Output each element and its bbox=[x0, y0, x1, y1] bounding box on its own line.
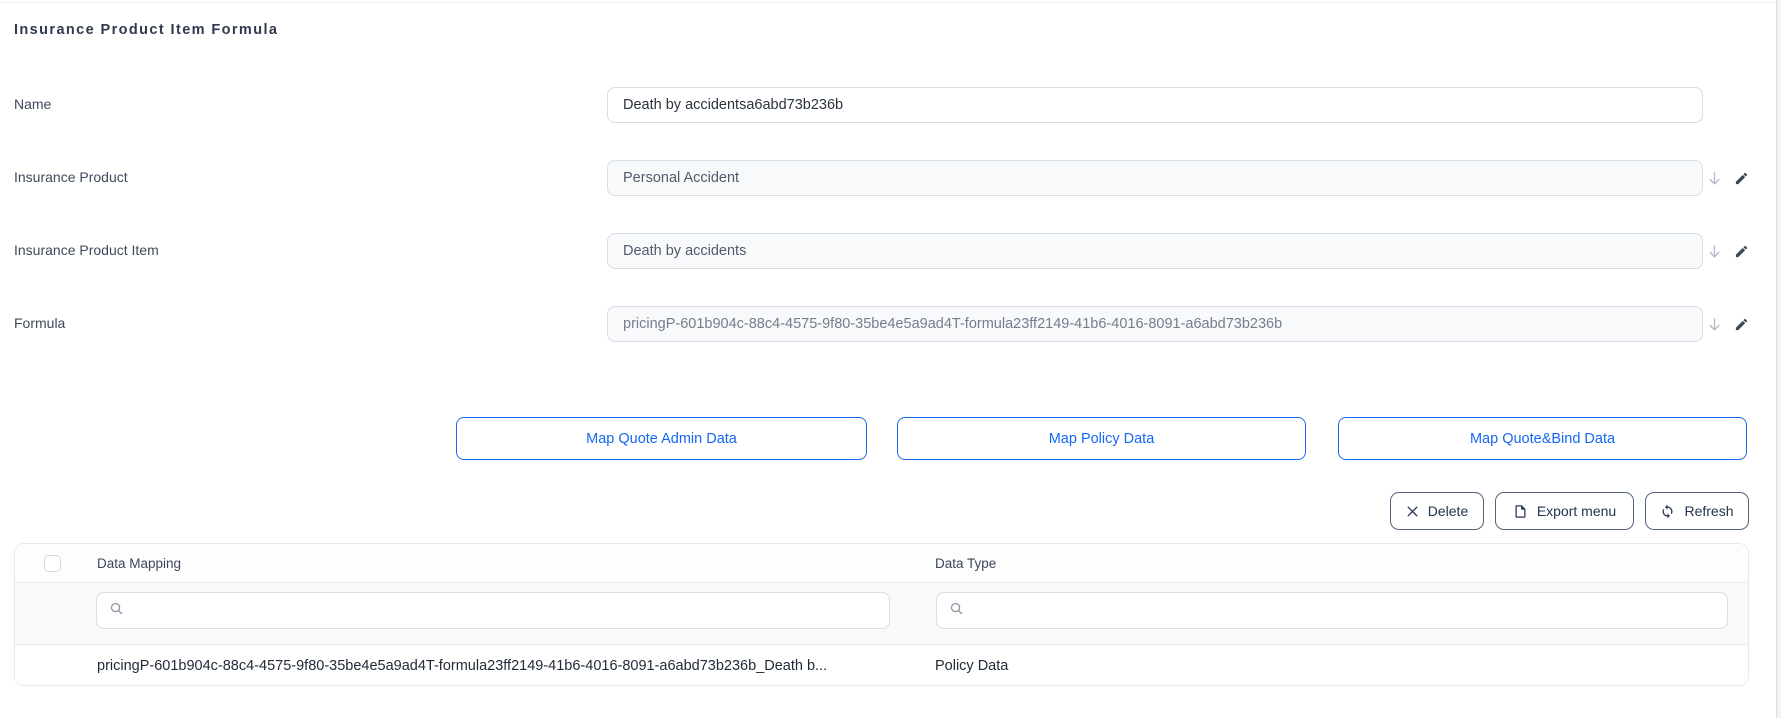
file-document-icon bbox=[1513, 504, 1528, 519]
pencil-edit-icon[interactable] bbox=[1732, 315, 1750, 333]
search-icon bbox=[949, 601, 964, 621]
data-mapping-filter bbox=[96, 592, 890, 629]
column-header-data-mapping: Data Mapping bbox=[97, 544, 181, 583]
arrow-down-icon[interactable] bbox=[1705, 315, 1723, 333]
data-mapping-filter-input[interactable] bbox=[132, 603, 877, 619]
pencil-edit-icon[interactable] bbox=[1732, 169, 1750, 187]
map-quote-admin-data-button[interactable]: Map Quote Admin Data bbox=[456, 417, 867, 460]
table-header-row: Data Mapping Data Type bbox=[15, 544, 1748, 583]
pencil-edit-icon[interactable] bbox=[1732, 242, 1750, 260]
data-type-filter-input[interactable] bbox=[972, 603, 1715, 619]
close-x-icon bbox=[1406, 505, 1419, 518]
formula-input bbox=[607, 306, 1703, 342]
refresh-button[interactable]: Refresh bbox=[1645, 492, 1749, 530]
data-mapping-cell: pricingP-601b904c-88c4-4575-9f80-35be4e5… bbox=[97, 645, 827, 686]
refresh-sync-icon bbox=[1660, 504, 1675, 519]
insurance-product-item-input bbox=[607, 233, 1703, 269]
arrow-down-icon[interactable] bbox=[1705, 169, 1723, 187]
select-all-checkbox[interactable] bbox=[44, 555, 61, 572]
data-type-filter bbox=[936, 592, 1728, 629]
export-menu-button-label: Export menu bbox=[1537, 503, 1616, 519]
refresh-button-label: Refresh bbox=[1684, 503, 1733, 519]
data-mapping-table: Data Mapping Data Type pricingP-601b904c… bbox=[14, 543, 1749, 686]
page-title: Insurance Product Item Formula bbox=[14, 22, 278, 38]
map-quote-bind-data-button[interactable]: Map Quote&Bind Data bbox=[1338, 417, 1747, 460]
data-type-cell: Policy Data bbox=[935, 645, 1008, 686]
top-divider bbox=[0, 2, 1781, 3]
export-menu-button[interactable]: Export menu bbox=[1495, 492, 1634, 530]
formula-label: Formula bbox=[14, 313, 65, 333]
table-row[interactable]: pricingP-601b904c-88c4-4575-9f80-35be4e5… bbox=[15, 645, 1748, 686]
insurance-product-label: Insurance Product bbox=[14, 167, 128, 187]
table-filter-row bbox=[15, 583, 1748, 645]
column-header-data-type: Data Type bbox=[935, 544, 996, 583]
arrow-down-icon[interactable] bbox=[1705, 242, 1723, 260]
insurance-product-picker-actions bbox=[1705, 168, 1753, 188]
delete-button-label: Delete bbox=[1428, 503, 1468, 519]
name-label: Name bbox=[14, 94, 51, 114]
formula-picker-actions bbox=[1705, 314, 1753, 334]
insurance-product-item-label: Insurance Product Item bbox=[14, 240, 159, 260]
map-policy-data-button[interactable]: Map Policy Data bbox=[897, 417, 1306, 460]
insurance-product-input bbox=[607, 160, 1703, 196]
name-input[interactable] bbox=[607, 87, 1703, 123]
insurance-product-item-picker-actions bbox=[1705, 241, 1753, 261]
scrollbar-track[interactable] bbox=[1776, 0, 1781, 718]
delete-button[interactable]: Delete bbox=[1390, 492, 1484, 530]
search-icon bbox=[109, 601, 124, 621]
